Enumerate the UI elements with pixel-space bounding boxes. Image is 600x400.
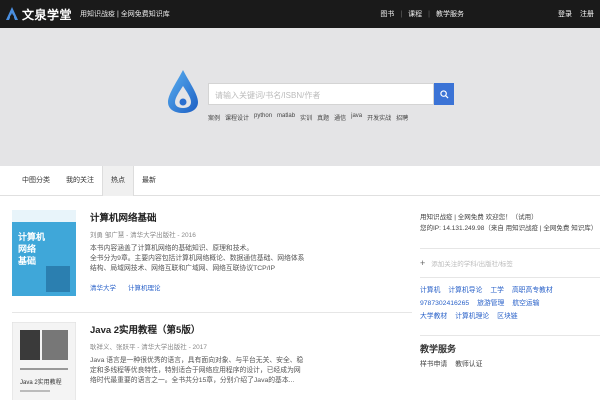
hot-keywords: 案例 课程设计 python matlab 实训 真题 通信 java 开发实战…	[208, 113, 413, 122]
hot-keyword[interactable]: java	[351, 113, 362, 122]
register-link[interactable]: 注册	[580, 9, 594, 19]
book-tags: 清华大学 计算机理论	[90, 282, 410, 292]
desc-line: 本书内容涵盖了计算机网络的基础知识、原理和技术。	[90, 245, 254, 252]
book-info: Java 2实用教程（第5版） 耿祥义、张跃平 - 清华大学出版社 - 2017…	[90, 322, 410, 386]
desc-line: 全书分为9章。主要内容包括计算机网络概论、数据通信基础、网络体系	[90, 255, 305, 262]
search-hero: 请输入关键词/书名/ISBN/作者 案例 课程设计 python matlab …	[0, 28, 600, 166]
book-cover-image[interactable]: 计算机 网络 基础	[12, 210, 76, 296]
service-links: 样书申请 教师认证	[420, 358, 600, 368]
hot-keyword[interactable]: 开发实战	[367, 113, 391, 122]
desc-line: Java 语言是一种很优秀的语言，具有面向对象、与平台无关、安全、稳	[90, 357, 304, 364]
search-button[interactable]	[434, 83, 454, 105]
book-description: 本书内容涵盖了计算机网络的基础知识、原理和技术。 全书分为9章。主要内容包括计算…	[90, 244, 410, 274]
nav-courses[interactable]: 课程	[408, 9, 422, 19]
category-tabs: 中图分类 我的关注 热点 最新	[0, 165, 600, 196]
desc-line: 定和多线程等优良特性，特别适合于网络应用程序的设计，已经成为网	[90, 367, 301, 374]
book-description: Java 语言是一种很优秀的语言，具有面向对象、与平台无关、安全、稳 定和多线程…	[90, 356, 410, 386]
brand-name: 文泉学堂	[22, 7, 73, 22]
follow-tags-row: 9787302416265 旅游管理 航空运输	[420, 297, 600, 310]
follow-tag[interactable]: 高职高专教材	[512, 284, 553, 297]
sidebar-divider	[420, 335, 600, 336]
svg-text:网络: 网络	[18, 243, 36, 254]
svg-text:计算机: 计算机	[18, 231, 45, 242]
search-icon	[439, 89, 449, 99]
search-input[interactable]: 请输入关键词/书名/ISBN/作者	[208, 83, 434, 105]
book-title[interactable]: Java 2实用教程（第5版）	[90, 322, 410, 336]
book-meta: 耿祥义、张跃平 - 清华大学出版社 - 2017	[90, 344, 208, 351]
nav-separator: |	[400, 10, 403, 18]
add-follow-placeholder: 添加关注的学科/出版社/标签	[431, 261, 513, 268]
sidebar-divider	[420, 248, 600, 249]
sample-book-link[interactable]: 样书申请	[420, 358, 447, 368]
login-link[interactable]: 登录	[558, 9, 572, 19]
teacher-cert-link[interactable]: 教师认证	[455, 358, 482, 368]
sidebar-divider	[420, 277, 600, 278]
follow-tag[interactable]: 9787302416265	[420, 297, 469, 310]
slogan: 用知识战疫 | 全网免费知识库	[80, 11, 170, 18]
main-nav: 图书 | 课程 | 教学服务	[380, 0, 464, 28]
auth-links: 登录 注册	[550, 0, 594, 28]
hot-keyword[interactable]: 案例	[208, 113, 220, 122]
nav-separator: |	[428, 10, 430, 18]
tab-classification[interactable]: 中图分类	[14, 166, 58, 196]
list-divider	[12, 312, 412, 313]
tab-latest[interactable]: 最新	[134, 166, 164, 196]
ip-text: 您的IP: 14.131.249.98（来自 用知识战疫 | 全网免费 知识库）	[420, 225, 598, 232]
follow-tag[interactable]: 计算机导论	[448, 284, 482, 297]
svg-text:基础: 基础	[17, 255, 36, 266]
follow-tag[interactable]: 计算机理论	[455, 310, 489, 323]
book-tag[interactable]: 计算机理论	[128, 282, 161, 292]
welcome-text: 用知识战疫 | 全网免费 欢迎您！（试用）	[420, 214, 538, 221]
add-follow-input[interactable]: + 添加关注的学科/出版社/标签	[420, 255, 600, 271]
follow-tag[interactable]: 区块链	[497, 310, 517, 323]
hot-keyword[interactable]: matlab	[277, 113, 295, 122]
follow-tags-row: 大学教材 计算机理论 区块链	[420, 310, 600, 323]
follow-tag[interactable]: 旅游管理	[477, 297, 504, 310]
hot-keyword[interactable]: 招聘	[396, 113, 408, 122]
hot-keyword[interactable]: 通信	[334, 113, 346, 122]
book-meta: 刘勇 邹广慧 - 清华大学出版社 - 2016	[90, 232, 196, 239]
tab-hot[interactable]: 热点	[102, 165, 134, 196]
book-info: 计算机网络基础 刘勇 邹广慧 - 清华大学出版社 - 2016 本书内容涵盖了计…	[90, 210, 410, 292]
top-navbar: 文泉学堂 用知识战疫 | 全网免费知识库 图书 | 课程 | 教学服务 登录 注…	[0, 0, 600, 28]
desc-line: 结构、局域网技术、网络互联和广域网、网络互联协议TCP/IP	[90, 265, 276, 272]
right-sidebar: 用知识战疫 | 全网免费 欢迎您！（试用） 您的IP: 14.131.249.9…	[420, 196, 600, 400]
wenquan-logo-icon	[168, 70, 198, 113]
nav-books[interactable]: 图书	[380, 9, 394, 19]
service-heading: 教学服务	[420, 344, 457, 354]
hot-keyword[interactable]: python	[254, 113, 272, 122]
plus-icon: +	[420, 258, 426, 268]
nav-teaching-service[interactable]: 教学服务	[436, 9, 464, 19]
follow-tag[interactable]: 工学	[490, 284, 504, 297]
follow-tag[interactable]: 大学教材	[420, 310, 447, 323]
tab-my-follow[interactable]: 我的关注	[58, 166, 102, 196]
hot-keyword[interactable]: 真题	[317, 113, 329, 122]
user-info: 用知识战疫 | 全网免费 欢迎您！（试用） 您的IP: 14.131.249.9…	[420, 212, 600, 234]
svg-text:Java 2实用教程: Java 2实用教程	[20, 378, 62, 386]
book-tag[interactable]: 清华大学	[90, 282, 116, 292]
follow-tag[interactable]: 航空运输	[512, 297, 539, 310]
follow-tag[interactable]: 计算机	[420, 284, 440, 297]
brand-logo-icon	[6, 7, 18, 20]
hot-keyword[interactable]: 课程设计	[225, 113, 249, 122]
brand[interactable]: 文泉学堂	[4, 6, 72, 23]
book-title[interactable]: 计算机网络基础	[90, 210, 410, 224]
book-cover-image[interactable]: Java 2实用教程	[12, 322, 76, 400]
hot-keyword[interactable]: 实训	[300, 113, 312, 122]
follow-tags-row: 计算机 计算机导论 工学 高职高专教材	[420, 284, 600, 297]
desc-line: 络时代最重要的语言之一。全书共分15章，分别介绍了Java的基本...	[90, 377, 295, 384]
